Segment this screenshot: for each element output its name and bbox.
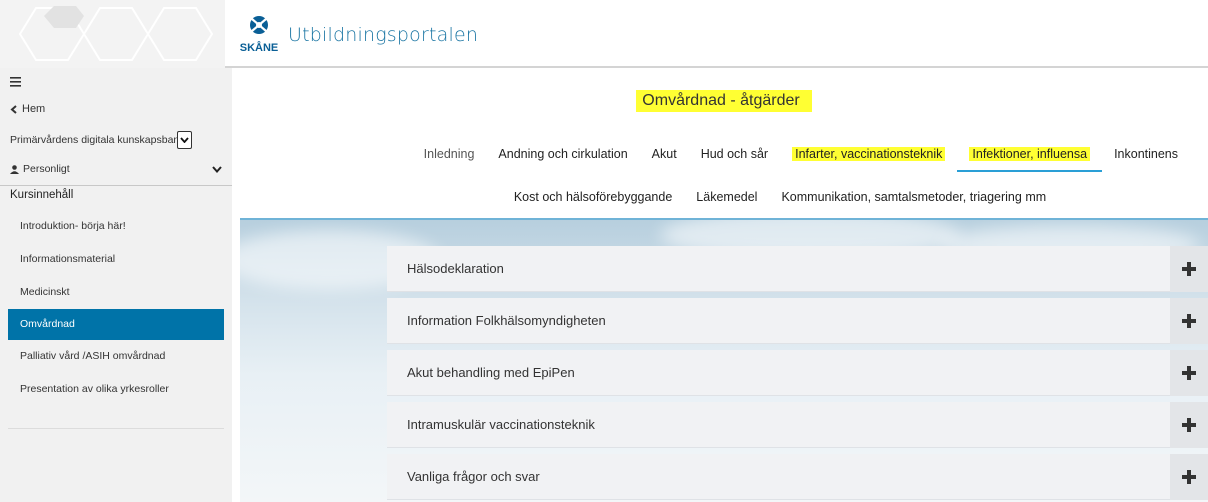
user-icon bbox=[10, 164, 19, 174]
tab-inkontinens[interactable]: Inkontinens bbox=[1102, 143, 1190, 167]
portal-title: Utbildningsportalen bbox=[288, 24, 479, 46]
main-content: Omvårdnad - åtgärder Inledning Andning o… bbox=[240, 68, 1208, 502]
accordion-item[interactable]: Information Folkhälsomyndigheten bbox=[387, 298, 1208, 344]
expand-button[interactable] bbox=[1170, 246, 1208, 292]
home-label: Hem bbox=[22, 103, 46, 115]
sidebar-item-introduktion[interactable]: Introduktion- börja här! bbox=[8, 210, 224, 243]
tab-akut[interactable]: Akut bbox=[640, 143, 689, 167]
expand-button[interactable] bbox=[1170, 402, 1208, 448]
personal-menu-toggle[interactable]: Personligt bbox=[10, 163, 222, 175]
sidebar-item-yrkesroller[interactable]: Presentation av olika yrkesroller bbox=[8, 373, 224, 406]
tab-lakemedel[interactable]: Läkemedel bbox=[684, 186, 769, 210]
accordion-title: Information Folkhälsomyndigheten bbox=[407, 313, 606, 328]
plus-icon bbox=[1182, 470, 1196, 484]
svg-text:SKÅNE: SKÅNE bbox=[240, 41, 278, 54]
accordion-item[interactable]: Intramuskulär vaccinationsteknik bbox=[387, 402, 1208, 448]
accordion-title: Hälsodeklaration bbox=[407, 261, 504, 276]
plus-icon bbox=[1182, 262, 1196, 276]
accordion-item[interactable]: Akut behandling med EpiPen bbox=[387, 350, 1208, 396]
hexagon-banner bbox=[0, 0, 225, 68]
accordion-title: Vanliga frågor och svar bbox=[407, 469, 540, 484]
chevron-down-icon[interactable] bbox=[177, 131, 192, 149]
plus-icon bbox=[1182, 366, 1196, 380]
expand-button[interactable] bbox=[1170, 298, 1208, 344]
sidebar-item-informationsmaterial[interactable]: Informationsmaterial bbox=[8, 243, 224, 276]
tab-infektioner[interactable]: Infektioner, influensa bbox=[957, 143, 1102, 172]
home-link[interactable]: Hem bbox=[10, 103, 45, 115]
sidebar-item-medicinskt[interactable]: Medicinskt bbox=[8, 276, 224, 309]
sidebar-item-palliativ[interactable]: Palliativ vård /ASIH omvårdnad bbox=[8, 340, 224, 373]
page-title-wrap: Omvårdnad - åtgärder bbox=[240, 90, 1208, 112]
plus-icon bbox=[1182, 418, 1196, 432]
sidebar: Hem Primärvårdens digitala kunskapsbank … bbox=[0, 68, 232, 502]
region-skane-logo: SKÅNE bbox=[240, 13, 278, 57]
tab-infarter[interactable]: Infarter, vaccinationsteknik bbox=[780, 143, 957, 167]
page-title: Omvårdnad - åtgärder bbox=[636, 90, 812, 112]
chevron-down-icon bbox=[212, 165, 222, 173]
topic-tabs-row-1: Inledning Andning och cirkulation Akut H… bbox=[240, 143, 1208, 172]
course-content-list: Introduktion- börja här! Informationsmat… bbox=[8, 210, 224, 406]
tab-inledning[interactable]: Inledning bbox=[412, 143, 487, 167]
tab-kommunikation[interactable]: Kommunikation, samtalsmetoder, triagerin… bbox=[769, 186, 1058, 210]
sidebar-item-omvardnad[interactable]: Omvårdnad bbox=[8, 309, 224, 340]
top-header: SKÅNE Utbildningsportalen bbox=[0, 0, 1208, 68]
hamburger-icon[interactable] bbox=[10, 74, 21, 90]
section-heading: Kursinnehåll bbox=[10, 189, 74, 201]
expand-button[interactable] bbox=[1170, 454, 1208, 500]
tab-kost[interactable]: Kost och hälsoförebyggande bbox=[502, 186, 684, 210]
accordion-title: Intramuskulär vaccinationsteknik bbox=[407, 417, 595, 432]
topic-tabs-row-2: Kost och hälsoförebyggande Läkemedel Kom… bbox=[240, 186, 1208, 210]
brand[interactable]: SKÅNE Utbildningsportalen bbox=[240, 10, 478, 60]
divider bbox=[0, 185, 232, 186]
hexagon-pattern-icon bbox=[18, 6, 214, 61]
accordion-item[interactable]: Hälsodeklaration bbox=[387, 246, 1208, 292]
course-select[interactable]: Primärvårdens digitala kunskapsbank bbox=[10, 130, 192, 150]
plus-icon bbox=[1182, 314, 1196, 328]
expand-button[interactable] bbox=[1170, 350, 1208, 396]
tab-hud-och-sar[interactable]: Hud och sår bbox=[689, 143, 780, 167]
chevron-left-icon bbox=[10, 104, 17, 114]
tab-andning[interactable]: Andning och cirkulation bbox=[486, 143, 639, 167]
course-select-value: Primärvårdens digitala kunskapsbank bbox=[10, 134, 177, 146]
hero-background: Hälsodeklaration Information Folkhälsomy… bbox=[240, 218, 1208, 502]
divider bbox=[8, 428, 224, 429]
accordion-item[interactable]: Vanliga frågor och svar bbox=[387, 454, 1208, 500]
accordion-title: Akut behandling med EpiPen bbox=[407, 365, 575, 380]
personal-label: Personligt bbox=[23, 163, 70, 175]
